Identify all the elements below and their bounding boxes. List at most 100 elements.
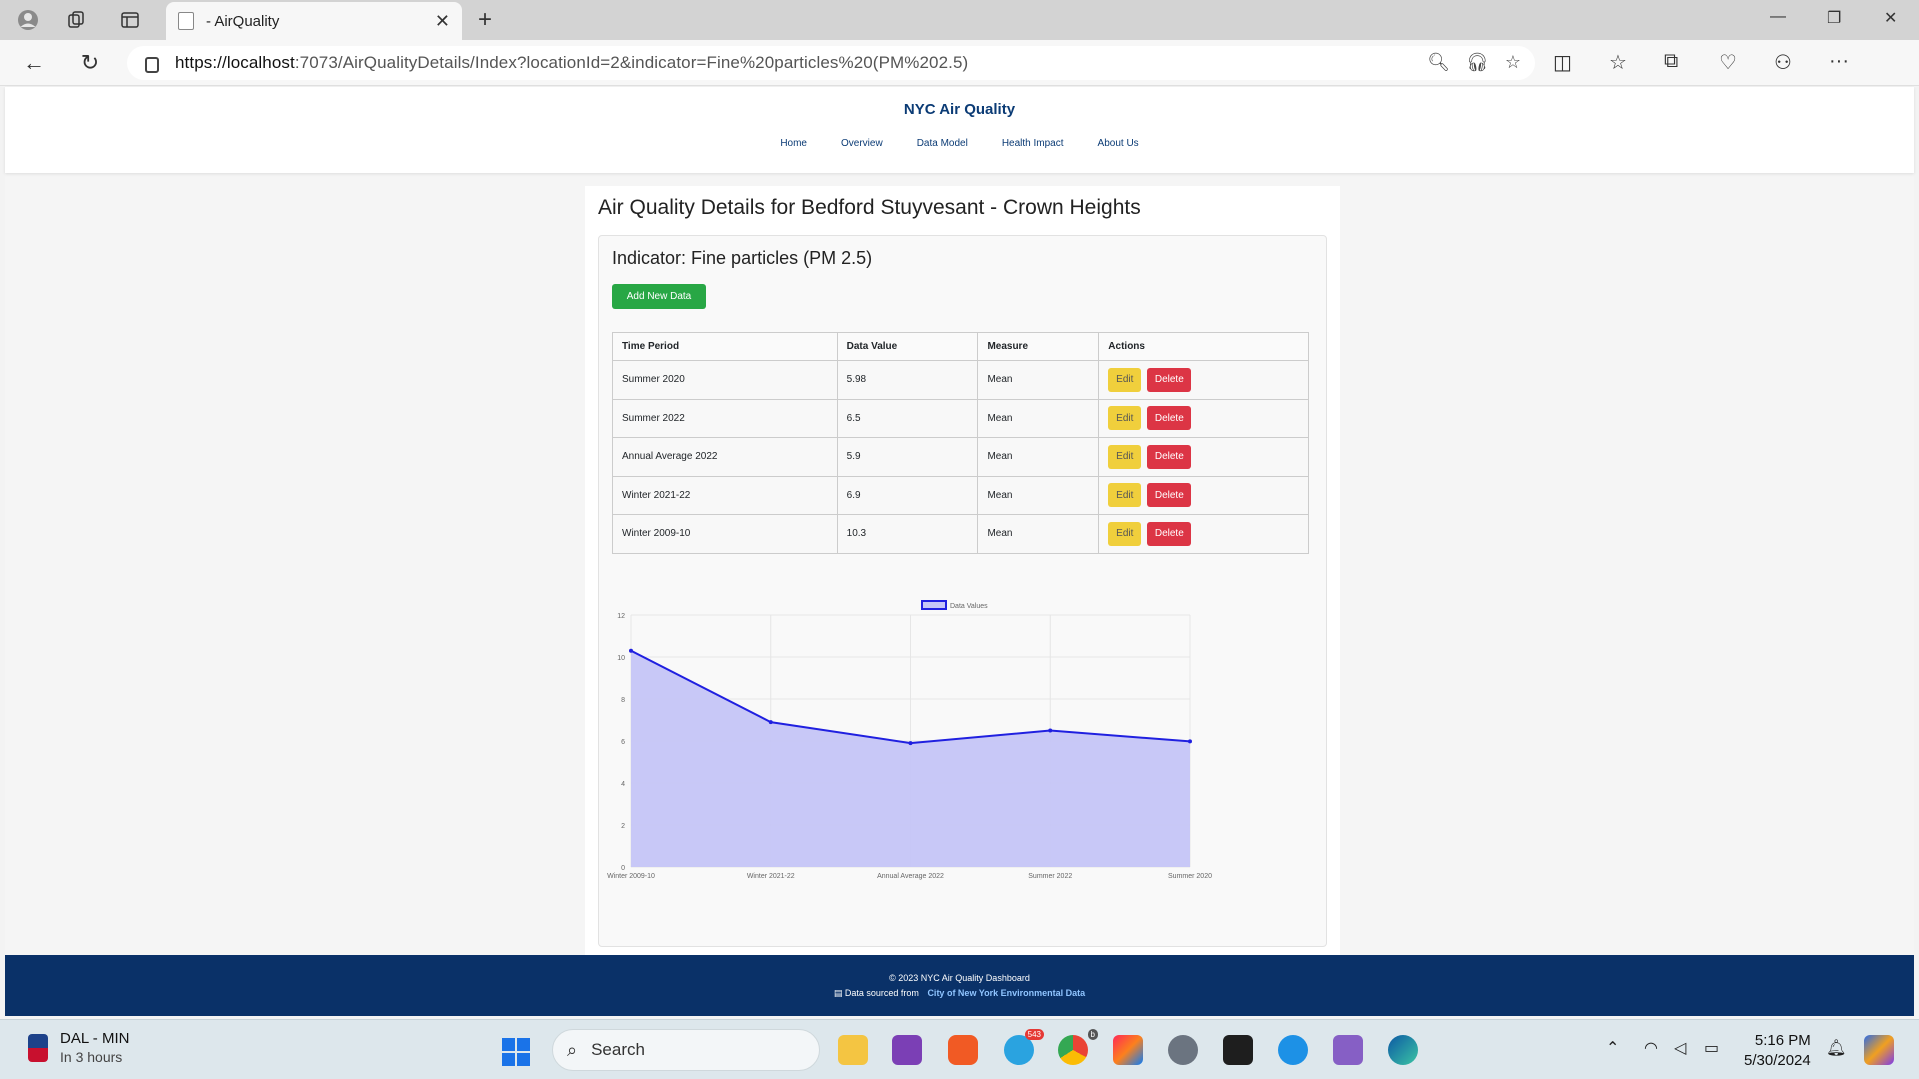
y-tick-label: 4: [621, 781, 625, 788]
profile-icon[interactable]: [16, 8, 40, 32]
chrome-icon[interactable]: b: [1058, 1029, 1098, 1065]
show-hidden-icons-icon[interactable]: ⌃: [1606, 1038, 1619, 1058]
search-label: Search: [591, 1040, 645, 1059]
cell-time-period: Summer 2020: [612, 360, 838, 400]
y-tick-label: 10: [617, 655, 625, 662]
zoom-icon[interactable]: 🔍︎: [1427, 52, 1450, 73]
windows-start-icon[interactable]: [502, 1038, 530, 1066]
copilot-taskbar-icon[interactable]: [1864, 1035, 1894, 1065]
vertical-tabs-icon[interactable]: [118, 8, 142, 32]
refresh-icon[interactable]: ↻: [76, 50, 104, 76]
file-explorer-icon[interactable]: [838, 1035, 868, 1065]
y-tick-label: 6: [621, 739, 625, 746]
favorite-star-icon[interactable]: ☆: [1505, 52, 1521, 73]
telegram-badge: 543: [1024, 1029, 1044, 1040]
weather-subtitle: In 3 hours: [60, 1049, 123, 1065]
cell-time-period: Summer 2022: [612, 398, 838, 438]
delete-button[interactable]: Delete: [1147, 483, 1192, 508]
nav-about-us[interactable]: About Us: [1098, 138, 1139, 149]
weather-title: DAL - MIN: [60, 1030, 130, 1047]
cell-actions: Edit Delete: [1098, 475, 1309, 515]
nav-overview[interactable]: Overview: [841, 138, 883, 149]
edit-button[interactable]: Edit: [1108, 406, 1142, 431]
legend-swatch: [921, 600, 947, 610]
browser-essentials-icon[interactable]: ♡: [1719, 50, 1737, 75]
close-tab-icon[interactable]: ✕: [435, 11, 450, 32]
notifications-bell-icon[interactable]: 🔔︎: [1826, 1038, 1846, 1058]
nba-logo-icon: [28, 1033, 48, 1062]
volume-icon[interactable]: ◁: [1674, 1038, 1686, 1058]
address-bar[interactable]: https://localhost:7073/AirQualityDetails…: [127, 46, 1535, 80]
x-tick-label: Summer 2020: [1168, 873, 1212, 880]
intellij-icon[interactable]: [1113, 1035, 1143, 1065]
split-screen-icon[interactable]: ◫: [1553, 50, 1572, 75]
brave-icon[interactable]: [948, 1035, 978, 1065]
delete-button[interactable]: Delete: [1147, 406, 1192, 431]
footer-source-link[interactable]: City of New York Environmental Data: [927, 988, 1085, 998]
table-row: Summer 2020 5.98 Mean Edit Delete: [612, 360, 1309, 400]
edit-button[interactable]: Edit: [1108, 483, 1142, 508]
footer-copyright: © 2023 NYC Air Quality Dashboard: [889, 973, 1030, 983]
read-aloud-icon[interactable]: 🎧︎: [1466, 52, 1489, 73]
terminal-icon[interactable]: [1223, 1035, 1253, 1065]
workspaces-icon[interactable]: [64, 8, 88, 32]
site-brand[interactable]: NYC Air Quality: [5, 101, 1914, 118]
delete-button[interactable]: Delete: [1147, 444, 1192, 469]
visual-studio-icon[interactable]: [1333, 1035, 1363, 1065]
tab-title: - AirQuality: [206, 12, 280, 30]
data-values-chart: 0 2 4 6 8 10 12 Winter 2009-10 Winter 2021-22 Ann…: [607, 600, 1212, 880]
wifi-icon[interactable]: ◠: [1644, 1038, 1658, 1058]
edit-button[interactable]: Edit: [1108, 444, 1142, 469]
nav-data-model[interactable]: Data Model: [917, 138, 968, 149]
minimize-icon[interactable]: —: [1770, 8, 1786, 26]
docker-icon[interactable]: [1278, 1035, 1308, 1065]
close-window-icon[interactable]: ✕: [1884, 8, 1897, 28]
taskbar-clock[interactable]: 5:16 PM 5/30/2024: [1744, 1031, 1811, 1071]
data-point: [1188, 739, 1192, 744]
edit-button[interactable]: Edit: [1108, 367, 1142, 392]
battery-icon[interactable]: ▭: [1704, 1038, 1719, 1058]
cell-data-value: 10.3: [836, 514, 979, 554]
cell-data-value: 5.9: [836, 437, 979, 477]
site-header: NYC Air Quality Home Overview Data Model…: [5, 87, 1914, 173]
delete-button[interactable]: Delete: [1147, 521, 1192, 546]
add-new-data-button[interactable]: Add New Data: [612, 284, 706, 309]
cell-data-value: 6.5: [836, 398, 979, 438]
delete-button[interactable]: Delete: [1147, 367, 1192, 392]
page-favicon-icon: [178, 12, 194, 30]
more-options-icon[interactable]: ···: [1829, 50, 1849, 73]
data-point: [768, 720, 773, 725]
new-tab-icon[interactable]: +: [478, 6, 492, 34]
browser-titlebar: - AirQuality ✕ + — ❐ ✕: [0, 0, 1919, 40]
x-tick-label: Summer 2022: [1028, 873, 1072, 880]
site-footer: © 2023 NYC Air Quality Dashboard ▤ Data …: [5, 955, 1914, 1016]
favorites-icon[interactable]: ☆: [1609, 50, 1627, 75]
taskbar-search[interactable]: ⌕ Search: [552, 1029, 820, 1071]
edit-button[interactable]: Edit: [1108, 521, 1142, 546]
telegram-icon[interactable]: 543: [1004, 1029, 1044, 1065]
cell-time-period: Annual Average 2022: [612, 437, 838, 477]
back-icon[interactable]: ←: [20, 50, 48, 76]
nav-home[interactable]: Home: [780, 138, 807, 149]
clock-time: 5:16 PM: [1754, 1032, 1811, 1049]
details-container: Air Quality Details for Bedford Stuyvesa…: [585, 186, 1340, 955]
settings-gear-icon[interactable]: [1168, 1035, 1198, 1065]
extensions-icon[interactable]: ⚇: [1774, 50, 1792, 75]
cell-measure: Mean: [977, 514, 1100, 554]
data-table: Time Period Data Value Measure Actions S…: [612, 332, 1309, 554]
nav-health-impact[interactable]: Health Impact: [1002, 138, 1064, 149]
edge-icon[interactable]: [1388, 1035, 1418, 1065]
onenote-icon[interactable]: [892, 1035, 922, 1065]
collections-icon[interactable]: ⧉: [1664, 50, 1678, 73]
y-tick-label: 8: [621, 697, 625, 704]
x-tick-label: Winter 2009-10: [607, 873, 655, 880]
browser-tab[interactable]: - AirQuality ✕: [166, 2, 462, 40]
footer-source-prefix: Data sourced from: [844, 988, 919, 998]
table-row: Winter 2021-22 6.9 Mean Edit Delete: [612, 475, 1309, 515]
weather-widget[interactable]: DAL - MIN In 3 hours: [28, 1030, 129, 1065]
y-tick-label: 12: [617, 613, 625, 620]
url-host: https://localhost: [175, 53, 295, 72]
restore-icon[interactable]: ❐: [1827, 8, 1841, 28]
cell-measure: Mean: [977, 437, 1100, 477]
cell-measure: Mean: [977, 475, 1100, 515]
